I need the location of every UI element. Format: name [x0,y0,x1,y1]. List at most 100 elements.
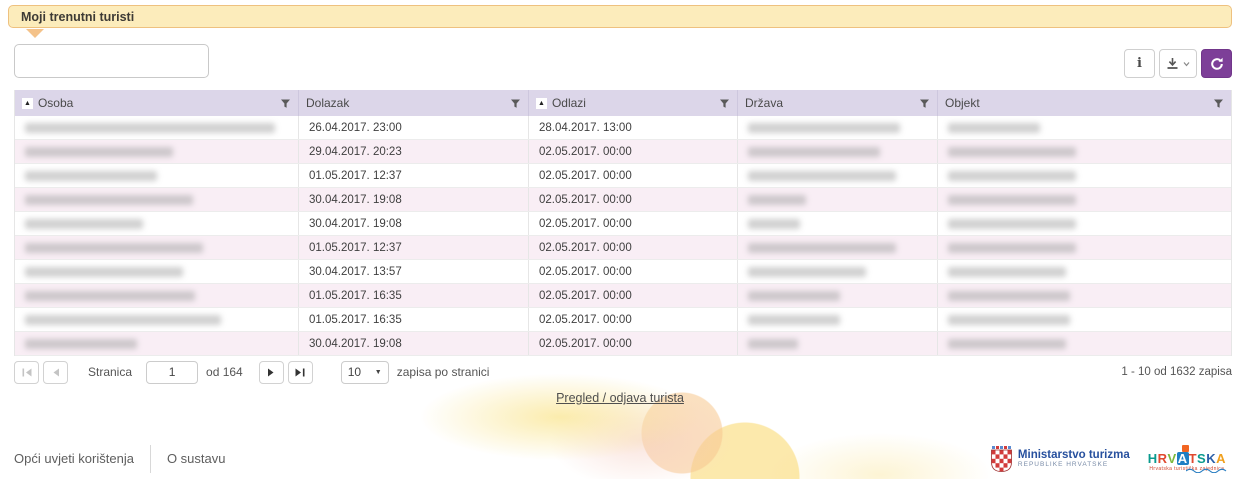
redacted-text [948,123,1040,133]
redacted-text [748,267,866,277]
cell-objekt [938,284,1231,307]
cell-objekt [938,332,1231,355]
redacted-text [748,243,896,253]
cell-drzava [738,308,938,331]
cell-objekt [938,236,1231,259]
refresh-button[interactable] [1201,49,1232,78]
cell-dolazak: 29.04.2017. 20:23 [299,140,529,163]
cell-drzava [738,140,938,163]
cell-odlazi: 28.04.2017. 13:00 [529,116,738,139]
filter-funnel-icon[interactable] [1213,98,1224,109]
search-input[interactable] [14,44,209,78]
cell-dolazak: 30.04.2017. 19:08 [299,212,529,235]
tab-pointer-icon [26,29,44,38]
page-count-label: od 164 [206,365,243,379]
column-header-objekt[interactable]: Objekt [938,90,1231,116]
table-header: ▲ Osoba Dolazak ▲ Odlazi Država [15,90,1231,116]
cell-drzava [738,116,938,139]
page-number-input[interactable] [146,361,198,384]
redacted-text [748,219,800,229]
redacted-text [748,315,840,325]
redacted-text [25,315,221,325]
table-row[interactable]: 01.05.2017. 12:3702.05.2017. 00:00 [15,164,1231,188]
info-button[interactable]: i [1124,49,1155,78]
grid-toolbar: i [1124,49,1232,78]
column-label: Država [745,96,783,110]
page-size-value: 10 [348,365,361,379]
cell-drzava [738,188,938,211]
redacted-text [948,243,1076,253]
cell-odlazi: 02.05.2017. 00:00 [529,332,738,355]
page-size-select[interactable]: 10 ▼ [341,361,389,384]
cell-dolazak: 30.04.2017. 13:57 [299,260,529,283]
cell-osoba [15,164,299,187]
redacted-text [948,267,1066,277]
filter-funnel-icon[interactable] [280,98,291,109]
export-button[interactable] [1159,49,1197,78]
redacted-text [748,147,880,157]
table-row[interactable]: 30.04.2017. 19:0802.05.2017. 00:00 [15,212,1231,236]
redacted-text [948,315,1070,325]
column-header-drzava[interactable]: Država [738,90,938,116]
column-header-dolazak[interactable]: Dolazak [299,90,529,116]
redacted-text [25,339,137,349]
cell-dolazak: 01.05.2017. 16:35 [299,284,529,307]
htz-letter: V [1168,452,1177,465]
records-info: 1 - 10 od 1632 zapisa [1121,366,1232,378]
cell-dolazak: 01.05.2017. 12:37 [299,164,529,187]
page-size-label: zapisa po stranici [397,365,490,379]
cell-odlazi: 02.05.2017. 00:00 [529,164,738,187]
redacted-text [748,195,806,205]
column-header-odlazi[interactable]: ▲ Odlazi [529,90,738,116]
table-row[interactable]: 30.04.2017. 19:0802.05.2017. 00:00 [15,188,1231,212]
table-row[interactable]: 30.04.2017. 13:5702.05.2017. 00:00 [15,260,1231,284]
redacted-text [25,291,195,301]
cell-osoba [15,116,299,139]
croatian-coat-of-arms-icon [991,446,1012,472]
redacted-text [948,339,1066,349]
cell-drzava [738,332,938,355]
cell-osoba [15,236,299,259]
filter-funnel-icon[interactable] [919,98,930,109]
cell-odlazi: 02.05.2017. 00:00 [529,236,738,259]
next-page-button[interactable] [259,361,284,384]
checkout-tourists-link[interactable]: Pregled / odjava turista [556,391,684,405]
redacted-text [25,123,275,133]
cell-drzava [738,260,938,283]
last-page-button[interactable] [288,361,313,384]
table-row[interactable]: 01.05.2017. 16:3502.05.2017. 00:00 [15,284,1231,308]
table-body: 26.04.2017. 23:0028.04.2017. 13:0029.04.… [15,116,1231,356]
redacted-text [25,219,143,229]
about-link[interactable]: O sustavu [167,451,226,466]
redacted-text [948,195,1076,205]
cell-objekt [938,116,1231,139]
chevron-down-icon [1183,61,1190,67]
table-row[interactable]: 30.04.2017. 19:0802.05.2017. 00:00 [15,332,1231,356]
table-row[interactable]: 29.04.2017. 20:2302.05.2017. 00:00 [15,140,1231,164]
previous-page-button[interactable] [43,361,68,384]
column-header-osoba[interactable]: ▲ Osoba [15,90,299,116]
terms-link[interactable]: Opći uvjeti korištenja [14,451,134,466]
cell-drzava [738,284,938,307]
pagination-bar: Stranica od 164 10 ▼ zapisa po stranici … [14,359,1232,385]
table-row[interactable]: 01.05.2017. 16:3502.05.2017. 00:00 [15,308,1231,332]
cell-osoba [15,332,299,355]
table-row[interactable]: 01.05.2017. 12:3702.05.2017. 00:00 [15,236,1231,260]
cell-osoba [15,140,299,163]
table-row[interactable]: 26.04.2017. 23:0028.04.2017. 13:00 [15,116,1231,140]
redacted-text [25,195,193,205]
redacted-text [748,339,798,349]
cell-drzava [738,164,938,187]
ministry-name: Ministarstvo turizma [1018,449,1130,461]
page-title: Moji trenutni turisti [21,10,134,24]
filter-funnel-icon[interactable] [719,98,730,109]
htz-letter: R [1158,452,1168,465]
refresh-icon [1210,57,1224,71]
info-icon: i [1137,56,1142,71]
redacted-text [25,267,183,277]
cell-odlazi: 02.05.2017. 00:00 [529,212,738,235]
filter-funnel-icon[interactable] [510,98,521,109]
page-label: Stranica [88,365,132,379]
first-page-button[interactable] [14,361,39,384]
cell-objekt [938,140,1231,163]
